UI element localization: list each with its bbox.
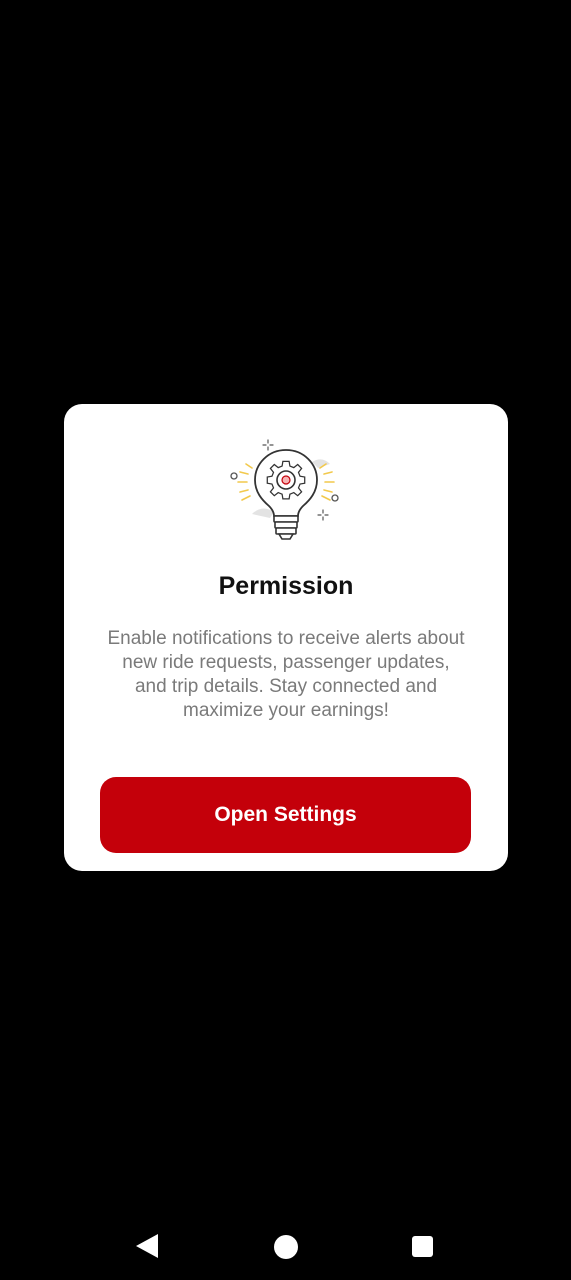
screen: Permission Enable notifications to recei…	[0, 0, 571, 1280]
home-circle-icon[interactable]	[274, 1235, 298, 1259]
recents-square-icon[interactable]	[412, 1236, 433, 1257]
system-navigation-bar	[0, 1212, 571, 1280]
dialog-message: Enable notifications to receive alerts a…	[107, 628, 465, 721]
dialog-title: Permission	[218, 572, 354, 600]
back-triangle-icon[interactable]	[136, 1234, 158, 1258]
lightbulb-gear-icon	[222, 434, 350, 546]
open-settings-button[interactable]: Open Settings	[100, 777, 471, 853]
